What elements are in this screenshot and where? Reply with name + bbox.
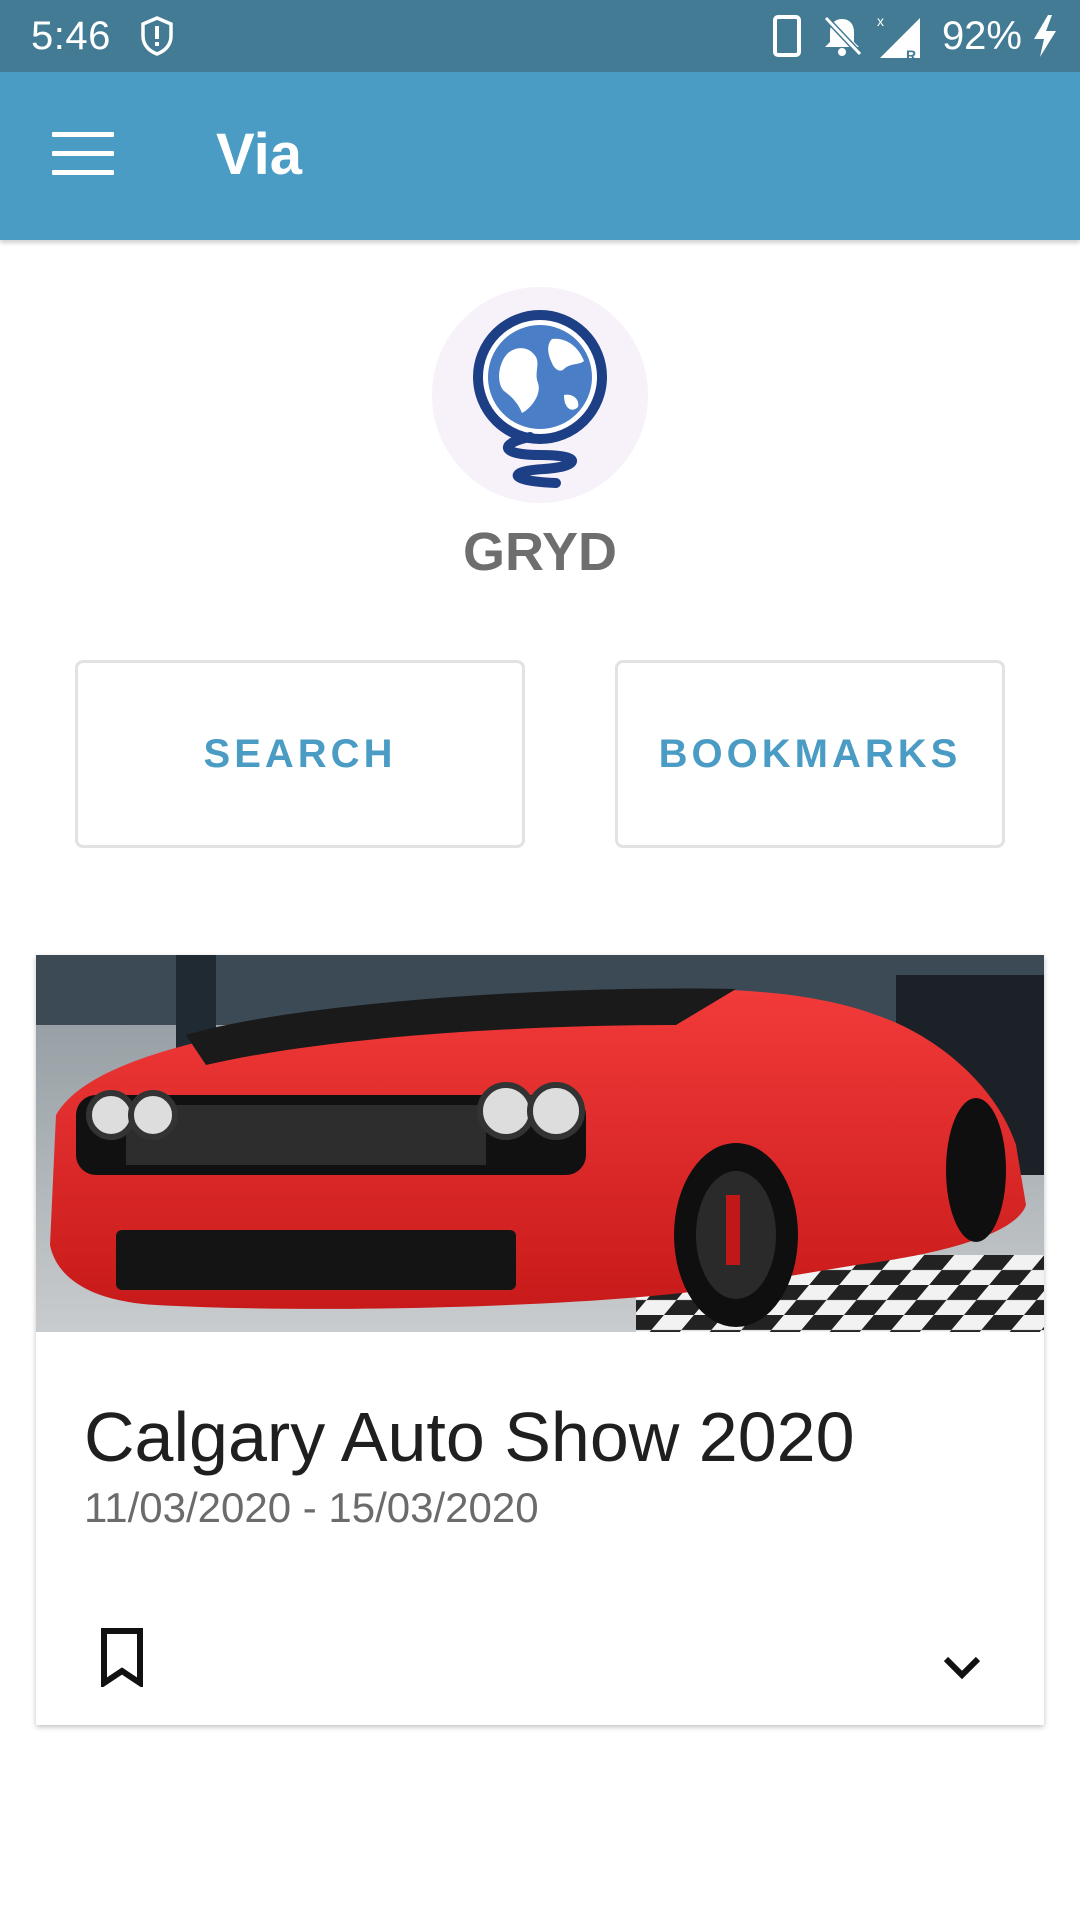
globe-logo-icon <box>473 310 607 488</box>
brand-logo <box>432 287 648 503</box>
battery-percent: 92% <box>941 14 1022 58</box>
event-title: Calgary Auto Show 2020 <box>84 1398 855 1476</box>
menu-icon[interactable] <box>52 132 114 180</box>
bookmark-outline-icon[interactable] <box>98 1627 146 1687</box>
search-button[interactable]: SEARCH <box>75 660 525 848</box>
event-image <box>36 955 1044 1332</box>
event-dates: 11/03/2020 - 15/03/2020 <box>84 1484 539 1531</box>
status-bar: 5:46 x R 92% <box>0 0 1080 72</box>
notifications-off-icon <box>823 15 863 57</box>
svg-text:x: x <box>877 13 884 29</box>
charging-icon <box>1034 15 1056 57</box>
status-icons: x R 92% <box>772 10 1060 62</box>
chevron-down-icon[interactable] <box>940 1651 984 1681</box>
alert-shield-icon <box>141 16 173 56</box>
phone-icon <box>772 15 801 57</box>
app-bar: Via <box>0 72 1080 240</box>
event-card[interactable]: Calgary Auto Show 2020 11/03/2020 - 15/0… <box>36 955 1044 1725</box>
svg-text:R: R <box>906 47 916 62</box>
status-time: 5:46 <box>31 14 111 58</box>
bookmarks-button[interactable]: BOOKMARKS <box>615 660 1005 848</box>
brand-name: GRYD <box>462 522 617 582</box>
app-title: Via <box>216 122 303 187</box>
signal-icon: x R <box>877 13 920 62</box>
